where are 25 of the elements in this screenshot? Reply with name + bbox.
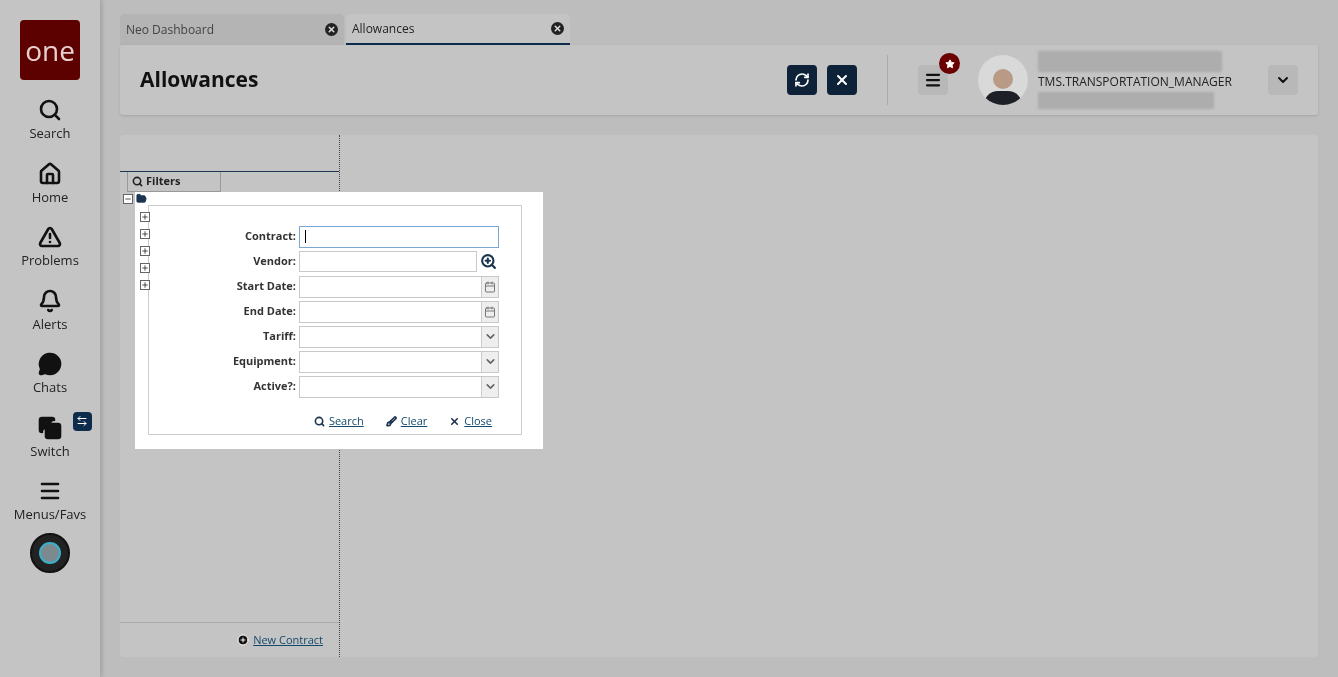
filters-tab[interactable]: Filters [127, 172, 221, 192]
action-link[interactable]: Search [313, 413, 364, 430]
field-label: Tariff: [261, 328, 297, 345]
field-label: Vendor: [252, 253, 297, 270]
sidebar-item[interactable]: Switch [30, 415, 70, 461]
tab[interactable]: Allowances [346, 14, 570, 45]
app-logo[interactable]: one [20, 20, 80, 80]
field-label: Equipment: [231, 353, 297, 370]
sidebar-item[interactable]: Menus/Favs [13, 479, 87, 525]
sidebar-item[interactable]: Chats [32, 352, 68, 398]
page-title: Allowances [140, 64, 260, 96]
tab[interactable]: Neo Dashboard [120, 14, 344, 45]
sidebar-item[interactable]: Home [31, 161, 69, 207]
sidebar-item[interactable]: Alerts [32, 288, 68, 334]
field-label: Active?: [252, 378, 297, 395]
action-link[interactable]: Close [449, 413, 492, 430]
action-link[interactable]: Clear [385, 413, 428, 430]
sidebar-item[interactable]: Problems [21, 225, 79, 271]
field-label: End Date: [242, 303, 297, 320]
field-label: Start Date: [235, 278, 297, 295]
sidebar-item[interactable]: Search [29, 98, 71, 144]
user-role: TMS.TRANSPORTATION_MANAGER [1038, 76, 1233, 88]
field-label: Contract: [243, 228, 297, 245]
new-contract-link[interactable]: New Contract [253, 631, 323, 649]
logo-text: one [25, 36, 75, 64]
